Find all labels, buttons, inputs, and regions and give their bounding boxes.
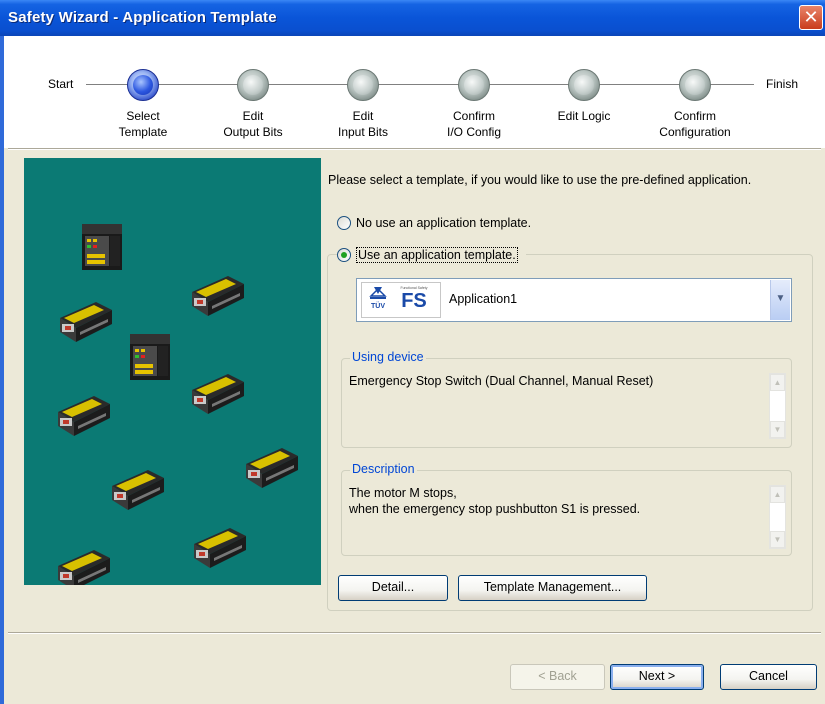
header-separator	[8, 148, 821, 150]
step-confirm-configuration-label: Confirm Configuration	[659, 109, 731, 139]
description-group: Description The motor M stops, when the …	[341, 462, 792, 556]
use-template-option[interactable]: Use an application template.	[337, 247, 526, 263]
using-device-scrollbar[interactable]: ▲ ▼	[769, 373, 786, 439]
tuv-fs-logo-icon: TÜV FS Functional Safety	[361, 282, 441, 318]
back-button[interactable]: < Back	[510, 664, 605, 690]
start-label: Start	[48, 77, 74, 91]
io-module-icon	[192, 374, 244, 414]
step-line	[86, 84, 754, 85]
step-confirm-configuration-icon	[679, 69, 711, 101]
window-title: Safety Wizard - Application Template	[8, 9, 277, 26]
template-select-value: Application1	[449, 292, 518, 306]
scroll-down-icon[interactable]: ▼	[770, 421, 785, 438]
scroll-up-icon[interactable]: ▲	[770, 374, 785, 391]
close-button[interactable]: ✕	[799, 5, 823, 30]
chevron-down-icon[interactable]: ▼	[770, 280, 790, 320]
step-edit-logic-icon	[568, 69, 600, 101]
description-scrollbar[interactable]: ▲ ▼	[769, 485, 786, 549]
using-device-legend: Using device	[350, 350, 426, 364]
io-module-icon	[246, 448, 298, 488]
illustration-svg	[58, 224, 298, 585]
step-select-template-icon	[127, 69, 159, 101]
logo-right-text: FS	[401, 290, 427, 312]
step-confirm-io-config-label: Confirm I/O Config	[446, 109, 502, 139]
io-module-icon	[194, 528, 246, 568]
step-confirm-io-config-icon	[458, 69, 490, 101]
io-module-icon	[112, 470, 164, 510]
using-device-text: Emergency Stop Switch (Dual Channel, Man…	[349, 374, 654, 388]
logo-left-text: TÜV	[371, 301, 385, 310]
logo-caption-text: Functional Safety	[400, 286, 427, 290]
step-edit-input-bits-label: Edit Input Bits	[337, 109, 389, 139]
next-button[interactable]: Next >	[610, 664, 704, 690]
finish-label: Finish	[766, 77, 799, 91]
footer-separator	[8, 632, 821, 634]
step-edit-logic-label: Edit Logic	[557, 109, 611, 123]
wizard-window: Start Finish Select Template Edit Output…	[4, 36, 825, 704]
template-management-button[interactable]: Template Management...	[458, 575, 647, 601]
no-template-label: No use an application template.	[356, 216, 532, 230]
scroll-up-icon[interactable]: ▲	[770, 486, 785, 503]
use-template-radio[interactable]	[337, 248, 351, 262]
io-module-icon	[60, 302, 112, 342]
scroll-down-icon[interactable]: ▼	[770, 531, 785, 548]
template-illustration	[24, 158, 321, 585]
step-edit-output-bits-icon	[237, 69, 269, 101]
description-text: The motor M stops, when the emergency st…	[349, 486, 641, 516]
cancel-button[interactable]: Cancel	[720, 664, 817, 690]
controller-module-icon	[130, 334, 170, 380]
controller-module-icon	[82, 224, 122, 270]
detail-button[interactable]: Detail...	[338, 575, 448, 601]
no-template-option[interactable]: No use an application template.	[337, 216, 531, 230]
using-device-group: Using device Emergency Stop Switch (Dual…	[341, 350, 792, 448]
no-template-radio[interactable]	[337, 216, 351, 230]
io-module-icon	[58, 396, 110, 436]
io-module-icon	[192, 276, 244, 316]
prompt-text: Please select a template, if you would l…	[328, 173, 752, 187]
template-select[interactable]: TÜV FS Functional Safety Application1 ▼	[356, 278, 792, 322]
use-template-label: Use an application template.	[356, 247, 518, 263]
io-module-icon	[58, 550, 110, 585]
step-edit-output-bits-label: Edit Output Bits	[223, 109, 283, 139]
step-edit-input-bits-icon	[347, 69, 379, 101]
description-legend: Description	[350, 462, 417, 476]
step-indicator: Start Finish Select Template Edit Output…	[4, 36, 825, 148]
step-select-template-label: Select Template	[118, 109, 168, 139]
title-bar: Safety Wizard - Application Template ✕	[0, 0, 825, 36]
